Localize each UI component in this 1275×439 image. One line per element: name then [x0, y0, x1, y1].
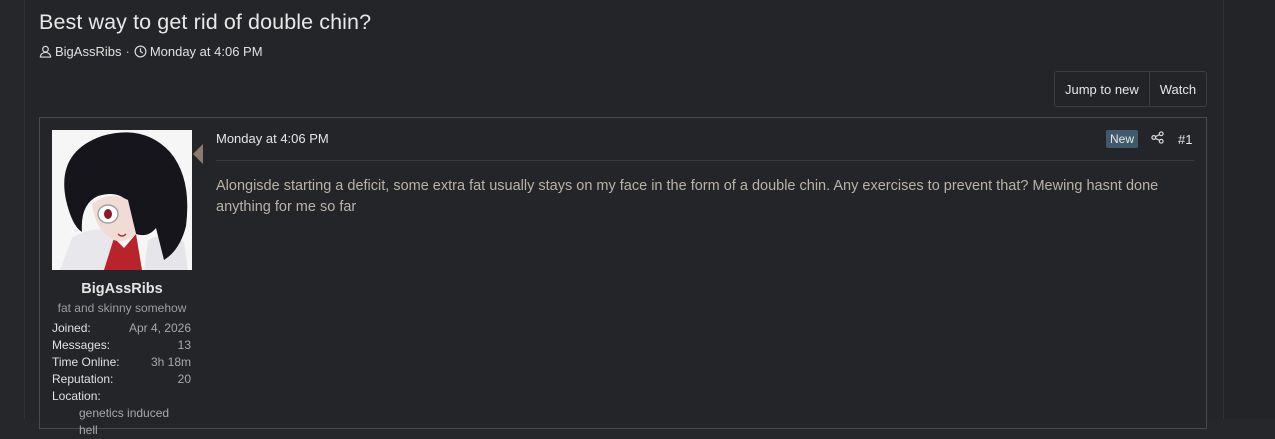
stat-joined: Joined: Apr 4, 2026: [52, 320, 191, 337]
post-number-link[interactable]: #1: [1178, 132, 1192, 147]
post-date-link[interactable]: Monday at 4:06 PM: [216, 131, 329, 146]
stat-label: Messages:: [52, 338, 111, 352]
stat-time-online: Time Online: 3h 18m: [52, 354, 191, 371]
location-value: genetics induced hell: [79, 406, 170, 437]
stat-label: Time Online:: [52, 355, 120, 369]
thread-author-link[interactable]: BigAssRibs: [55, 44, 121, 59]
stat-label: Location:: [52, 389, 101, 403]
thread-title: Best way to get rid of double chin?: [39, 10, 372, 34]
stat-messages: Messages: 13: [52, 337, 191, 354]
stat-location: Location:: [52, 388, 191, 405]
post-body: Alongisde starting a deficit, some extra…: [216, 178, 1159, 215]
avatar-pointer: [193, 144, 203, 164]
stat-reputation: Reputation: 20: [52, 371, 191, 388]
share-icon[interactable]: [1151, 131, 1164, 149]
stat-label: Joined:: [52, 321, 91, 335]
thread-date-link[interactable]: Monday at 4:06 PM: [150, 44, 263, 59]
jump-to-new-button[interactable]: Jump to new: [1055, 72, 1149, 106]
stat-value: 13: [177, 338, 191, 352]
page-gutter: [1222, 0, 1275, 419]
new-badge: New: [1106, 130, 1139, 148]
meta-separator: ·: [125, 44, 130, 59]
user-stats: Joined: Apr 4, 2026 Messages: 13 Time On…: [52, 320, 191, 437]
stat-label: Reputation:: [52, 372, 114, 386]
watch-button[interactable]: Watch: [1148, 72, 1206, 106]
post-message: BigAssRibs fat and skinny somehow Joined…: [39, 117, 1207, 437]
thread-actions: Jump to new Watch: [1054, 71, 1208, 107]
user-icon: [39, 45, 52, 58]
stat-value: 3h 18m: [150, 355, 191, 369]
post-header-divider: [216, 160, 1194, 161]
stat-value: Apr 4, 2026: [128, 321, 191, 335]
user-title: fat and skinny somehow: [57, 301, 187, 315]
clock-icon: [134, 45, 147, 58]
avatar[interactable]: [52, 130, 192, 270]
thread-meta: BigAssRibs · Monday at 4:06 PM: [39, 44, 263, 59]
username[interactable]: BigAssRibs: [52, 281, 192, 297]
stat-value: 20: [177, 372, 191, 386]
